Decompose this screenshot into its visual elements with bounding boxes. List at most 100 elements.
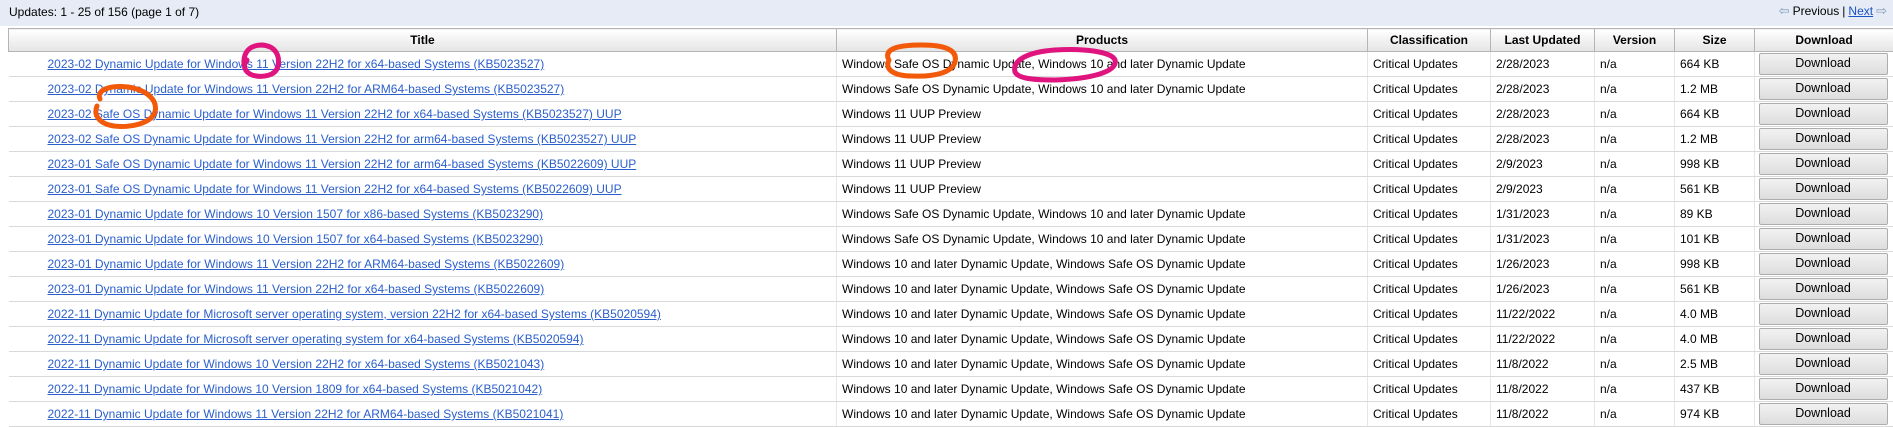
update-title-link[interactable]: 2022-11 Dynamic Update for Windows 10 Ve… — [48, 382, 543, 396]
download-cell: Download — [1755, 252, 1893, 277]
products-cell: Windows 11 UUP Preview — [837, 127, 1368, 152]
size-cell: 664 KB — [1675, 52, 1755, 77]
update-title-link[interactable]: 2022-11 Dynamic Update for Windows 11 Ve… — [48, 407, 564, 421]
column-header-classification[interactable]: Classification — [1368, 29, 1491, 52]
size-cell: 4.0 MB — [1675, 302, 1755, 327]
table-row: 2023-01 Dynamic Update for Windows 10 Ve… — [9, 202, 1893, 227]
download-button[interactable]: Download — [1759, 328, 1888, 350]
classification-cell: Critical Updates — [1368, 302, 1491, 327]
classification-cell: Critical Updates — [1368, 377, 1491, 402]
last-updated-cell: 1/26/2023 — [1491, 252, 1595, 277]
download-cell: Download — [1755, 352, 1893, 377]
pagination: ⇦ Previous | Next ⇨ — [1779, 3, 1887, 19]
update-title-link[interactable]: 2022-11 Dynamic Update for Microsoft ser… — [48, 332, 584, 346]
download-button[interactable]: Download — [1759, 128, 1888, 150]
update-title-cell: 2023-01 Dynamic Update for Windows 10 Ve… — [9, 227, 837, 252]
classification-cell: Critical Updates — [1368, 102, 1491, 127]
column-header-version[interactable]: Version — [1595, 29, 1675, 52]
download-button[interactable]: Download — [1759, 253, 1888, 275]
update-title-link[interactable]: 2023-02 Safe OS Dynamic Update for Windo… — [48, 107, 622, 121]
size-cell: 2.5 MB — [1675, 352, 1755, 377]
size-cell: 998 KB — [1675, 152, 1755, 177]
classification-cell: Critical Updates — [1368, 152, 1491, 177]
version-cell: n/a — [1595, 252, 1675, 277]
classification-cell: Critical Updates — [1368, 277, 1491, 302]
version-cell: n/a — [1595, 52, 1675, 77]
products-cell: Windows 10 and later Dynamic Update, Win… — [837, 252, 1368, 277]
column-header-size[interactable]: Size — [1675, 29, 1755, 52]
update-title-link[interactable]: 2023-01 Dynamic Update for Windows 10 Ve… — [48, 207, 544, 221]
table-row: 2023-01 Dynamic Update for Windows 10 Ve… — [9, 227, 1893, 252]
download-button[interactable]: Download — [1759, 353, 1888, 375]
version-cell: n/a — [1595, 352, 1675, 377]
download-button[interactable]: Download — [1759, 103, 1888, 125]
download-button[interactable]: Download — [1759, 78, 1888, 100]
download-button[interactable]: Download — [1759, 228, 1888, 250]
update-title-link[interactable]: 2023-01 Safe OS Dynamic Update for Windo… — [48, 157, 637, 171]
download-button[interactable]: Download — [1759, 403, 1888, 425]
size-cell: 4.0 MB — [1675, 327, 1755, 352]
update-title-link[interactable]: 2022-11 Dynamic Update for Microsoft ser… — [48, 307, 661, 321]
products-cell: Windows 10 and later Dynamic Update, Win… — [837, 327, 1368, 352]
update-title-link[interactable]: 2023-02 Safe OS Dynamic Update for Windo… — [48, 132, 637, 146]
results-summary: Updates: 1 - 25 of 156 (page 1 of 7) — [9, 5, 199, 19]
last-updated-cell: 11/8/2022 — [1491, 377, 1595, 402]
last-updated-cell: 11/8/2022 — [1491, 352, 1595, 377]
size-cell: 437 KB — [1675, 377, 1755, 402]
update-title-link[interactable]: 2023-01 Dynamic Update for Windows 10 Ve… — [48, 232, 544, 246]
download-button[interactable]: Download — [1759, 303, 1888, 325]
download-button[interactable]: Download — [1759, 178, 1888, 200]
size-cell: 998 KB — [1675, 252, 1755, 277]
update-title-link[interactable]: 2023-02 Dynamic Update for Windows 11 Ve… — [48, 57, 545, 71]
products-cell: Windows 10 and later Dynamic Update, Win… — [837, 402, 1368, 427]
version-cell: n/a — [1595, 77, 1675, 102]
size-cell: 974 KB — [1675, 402, 1755, 427]
table-row: 2023-02 Safe OS Dynamic Update for Windo… — [9, 127, 1893, 152]
download-cell: Download — [1755, 377, 1893, 402]
column-header-last-updated[interactable]: Last Updated — [1491, 29, 1595, 52]
table-row: 2023-02 Dynamic Update for Windows 11 Ve… — [9, 77, 1893, 102]
next-link[interactable]: Next — [1848, 4, 1873, 18]
table-row: 2022-11 Dynamic Update for Windows 11 Ve… — [9, 402, 1893, 427]
classification-cell: Critical Updates — [1368, 227, 1491, 252]
last-updated-cell: 11/22/2022 — [1491, 327, 1595, 352]
update-title-link[interactable]: 2023-01 Dynamic Update for Windows 11 Ve… — [48, 257, 565, 271]
column-header-products[interactable]: Products — [837, 29, 1368, 52]
products-cell: Windows Safe OS Dynamic Update, Windows … — [837, 52, 1368, 77]
update-title-link[interactable]: 2023-02 Dynamic Update for Windows 11 Ve… — [48, 82, 565, 96]
download-cell: Download — [1755, 402, 1893, 427]
column-header-title[interactable]: Title — [9, 29, 837, 52]
download-button[interactable]: Download — [1759, 203, 1888, 225]
products-cell: Windows 10 and later Dynamic Update, Win… — [837, 352, 1368, 377]
update-title-cell: 2023-01 Safe OS Dynamic Update for Windo… — [9, 177, 837, 202]
last-updated-cell: 11/22/2022 — [1491, 302, 1595, 327]
next-arrow-icon[interactable]: ⇨ — [1876, 3, 1887, 19]
products-cell: Windows 10 and later Dynamic Update, Win… — [837, 377, 1368, 402]
update-title-link[interactable]: 2022-11 Dynamic Update for Windows 10 Ve… — [48, 357, 545, 371]
classification-cell: Critical Updates — [1368, 202, 1491, 227]
products-cell: Windows Safe OS Dynamic Update, Windows … — [837, 77, 1368, 102]
pager-separator: | — [1842, 4, 1845, 18]
download-button[interactable]: Download — [1759, 378, 1888, 400]
download-cell: Download — [1755, 102, 1893, 127]
update-title-link[interactable]: 2023-01 Safe OS Dynamic Update for Windo… — [48, 182, 622, 196]
download-button[interactable]: Download — [1759, 153, 1888, 175]
last-updated-cell: 2/28/2023 — [1491, 52, 1595, 77]
update-title-cell: 2023-01 Dynamic Update for Windows 11 Ve… — [9, 277, 837, 302]
download-cell: Download — [1755, 177, 1893, 202]
products-cell: Windows 11 UUP Preview — [837, 177, 1368, 202]
download-cell: Download — [1755, 227, 1893, 252]
size-cell: 1.2 MB — [1675, 77, 1755, 102]
update-title-cell: 2022-11 Dynamic Update for Microsoft ser… — [9, 327, 837, 352]
download-button[interactable]: Download — [1759, 53, 1888, 75]
table-row: 2023-02 Safe OS Dynamic Update for Windo… — [9, 102, 1893, 127]
table-row: 2022-11 Dynamic Update for Microsoft ser… — [9, 327, 1893, 352]
last-updated-cell: 2/9/2023 — [1491, 177, 1595, 202]
update-title-cell: 2023-01 Dynamic Update for Windows 11 Ve… — [9, 252, 837, 277]
previous-link: Previous — [1793, 4, 1840, 18]
updates-table: Title Products Classification Last Updat… — [8, 28, 1893, 427]
last-updated-cell: 1/31/2023 — [1491, 227, 1595, 252]
download-button[interactable]: Download — [1759, 278, 1888, 300]
update-title-link[interactable]: 2023-01 Dynamic Update for Windows 11 Ve… — [48, 282, 545, 296]
classification-cell: Critical Updates — [1368, 402, 1491, 427]
